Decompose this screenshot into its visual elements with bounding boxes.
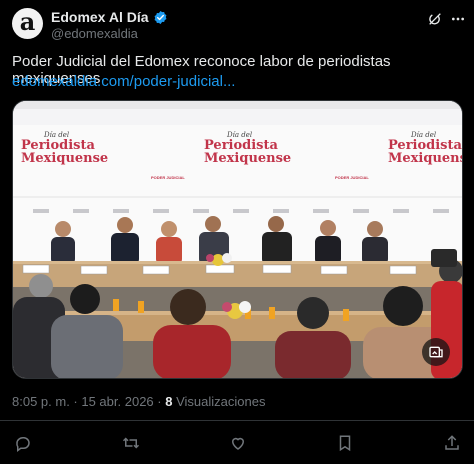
tweet-photo[interactable]: Día del Periodista Mexiquense PODER JUDI… (12, 100, 463, 379)
share-icon[interactable] (441, 432, 463, 454)
grok-icon[interactable] (425, 9, 445, 29)
banner-org-text: PODER JUDICIAL (335, 175, 369, 180)
tweet-datetime[interactable]: 8:05 p. m. · 15 abr. 2026 (12, 394, 154, 409)
author-name[interactable]: Edomex Al Día (51, 9, 149, 25)
author-name-row[interactable]: Edomex Al Día (51, 9, 168, 25)
author-handle[interactable]: @edomexaldia (51, 26, 138, 41)
meta-separator: · (153, 394, 166, 409)
like-icon[interactable] (227, 432, 249, 454)
banner-logo-1: PODER JUDICIAL (151, 129, 195, 189)
banner-title-2: Mexiquense (388, 151, 462, 166)
banner-panel-1: Día del Periodista Mexiquense (18, 129, 128, 189)
media-expand-icon[interactable] (422, 338, 450, 366)
retweet-icon[interactable] (120, 432, 142, 454)
tweet-link[interactable]: edomexaldia.com/poder-judicial... (12, 73, 235, 90)
avatar[interactable]: a (12, 8, 43, 39)
banner-panel-3: Día del Periodista Mexiquense (385, 129, 462, 189)
reply-icon[interactable] (12, 432, 34, 454)
banner-panel-2: Día del Periodista Mexiquense (201, 129, 311, 189)
views-label: Visualizaciones (176, 394, 266, 409)
verified-badge-icon (153, 10, 168, 25)
divider (0, 420, 474, 421)
more-icon[interactable] (448, 9, 468, 29)
banner-logo-2: PODER JUDICIAL (335, 129, 379, 189)
views-count: 8 (165, 394, 173, 409)
banner-org-text: PODER JUDICIAL (151, 175, 185, 180)
banner-title-2: Mexiquense (21, 151, 109, 166)
tweet-meta: 8:05 p. m. · 15 abr. 2026 · 8 Visualizac… (12, 394, 265, 409)
avatar-letter: a (19, 7, 36, 36)
banner-title-2: Mexiquense (204, 151, 292, 166)
bookmark-icon[interactable] (334, 432, 356, 454)
